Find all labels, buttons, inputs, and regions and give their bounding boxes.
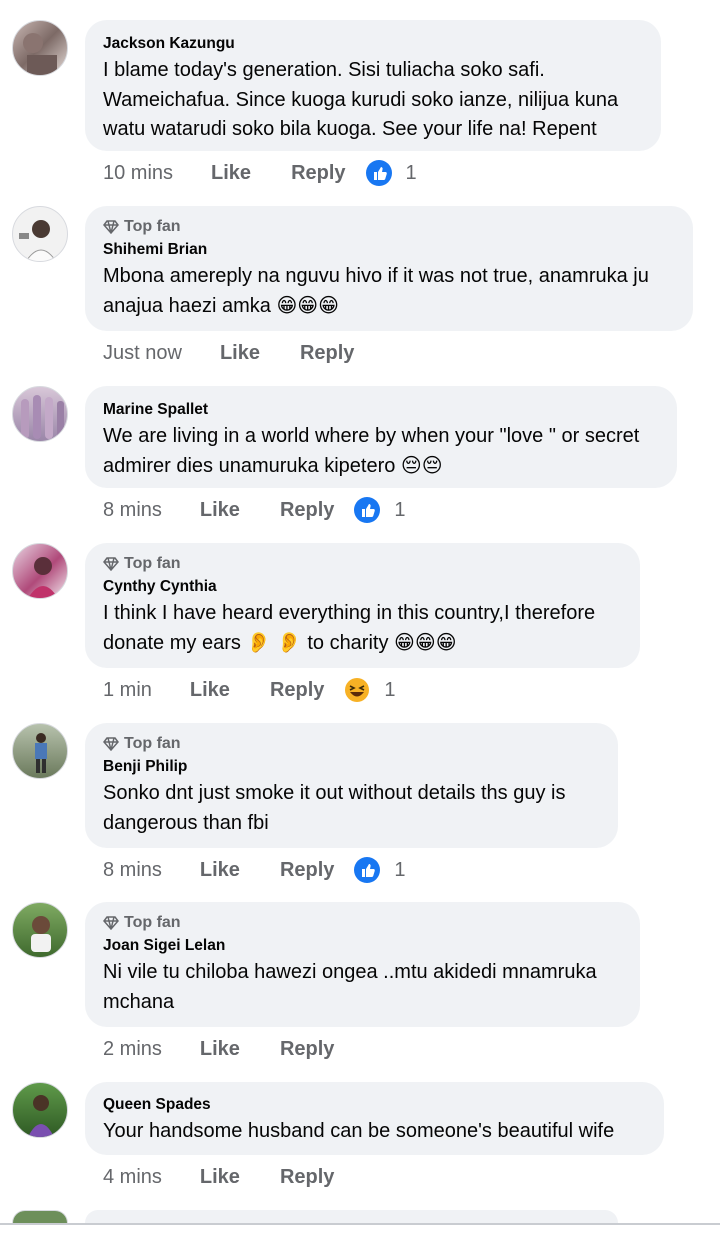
reaction-count: 1 (405, 161, 417, 184)
divider (0, 1223, 720, 1225)
comment-bubble (85, 1210, 618, 1223)
avatar[interactable] (12, 1082, 68, 1138)
commenter-name[interactable]: Marine Spallet (103, 400, 659, 420)
reaction-count: 1 (394, 858, 406, 881)
comment-time: 10 mins (103, 161, 174, 184)
badge-label: Top fan (124, 914, 181, 931)
comment-actions: 8 mins Like Reply 1 (103, 855, 406, 885)
comment-time: 8 mins (103, 858, 162, 881)
reply-button[interactable]: Reply (280, 499, 334, 522)
comment-actions: 2 mins Like Reply (103, 1034, 354, 1064)
avatar[interactable] (12, 902, 68, 958)
like-button[interactable]: Like (200, 1166, 240, 1189)
badge-label: Top fan (124, 218, 181, 235)
reaction-count: 1 (394, 498, 406, 521)
haha-icon (345, 678, 370, 702)
badge-label: Top fan (124, 735, 181, 752)
reaction-summary[interactable]: 1 (344, 677, 396, 703)
comment-text: I think I have heard everything in this … (103, 602, 601, 654)
thumbs-up-icon (354, 857, 381, 883)
comment-time: 2 mins (103, 1037, 162, 1060)
like-button[interactable]: Like (211, 162, 251, 185)
comment-bubble: Queen Spades Your handsome husband can b… (85, 1082, 664, 1155)
avatar[interactable] (12, 723, 68, 779)
commenter-name[interactable]: Shihemi Brian (103, 240, 675, 260)
comment-bubble: Top fan Shihemi Brian Mbona amereply na … (85, 206, 693, 331)
avatar[interactable] (12, 543, 68, 599)
comment-time: 1 min (103, 678, 152, 701)
like-button[interactable]: Like (200, 1038, 240, 1061)
avatar-image (28, 557, 58, 598)
comment-bubble: Top fan Joan Sigei Lelan Ni vile tu chil… (85, 902, 640, 1027)
avatar[interactable] (12, 1210, 68, 1223)
reply-button[interactable]: Reply (280, 859, 334, 882)
commenter-name[interactable]: Benji Philip (103, 757, 600, 777)
like-button[interactable]: Like (190, 679, 230, 702)
avatar-image (28, 1095, 54, 1137)
comment-actions: 8 mins Like Reply 1 (103, 495, 406, 525)
commenter-name[interactable]: Queen Spades (103, 1095, 646, 1115)
reply-button[interactable]: Reply (291, 162, 345, 185)
avatar-image (21, 395, 64, 439)
reply-button[interactable]: Reply (270, 679, 324, 702)
comment-bubble: Top fan Cynthy Cynthia I think I have he… (85, 543, 640, 668)
badge-label: Top fan (124, 555, 181, 572)
reply-button[interactable]: Reply (300, 342, 354, 365)
reaction-summary[interactable]: 1 (354, 857, 406, 883)
top-fan-badge: Top fan (103, 554, 622, 574)
avatar-image (19, 220, 57, 261)
avatar-image (23, 33, 57, 75)
comment-bubble: Top fan Benji Philip Sonko dnt just smok… (85, 723, 618, 848)
comment-actions: 10 mins Like Reply 1 (103, 158, 417, 188)
comment-text: I blame today's generation. Sisi tuliach… (103, 59, 624, 140)
comment-actions: Just now Like Reply (103, 338, 374, 368)
commenter-name[interactable]: Cynthy Cynthia (103, 577, 622, 597)
comment-time: 4 mins (103, 1165, 162, 1188)
top-fan-badge: Top fan (103, 217, 675, 237)
commenter-name[interactable]: Jackson Kazungu (103, 34, 643, 54)
diamond-icon (103, 737, 119, 751)
diamond-icon (103, 557, 119, 571)
comment-time: Just now (103, 341, 182, 364)
comment-text: Your handsome husband can be someone's b… (103, 1120, 615, 1142)
avatar-image (35, 733, 47, 773)
avatar-image (31, 916, 51, 952)
comment-actions: 4 mins Like Reply (103, 1162, 354, 1192)
comment-text: Mbona amereply na nguvu hivo if it was n… (103, 265, 655, 317)
reaction-summary[interactable]: 1 (354, 497, 406, 523)
thumbs-up-icon (365, 160, 392, 186)
comment-actions: 1 min Like Reply 1 (103, 675, 396, 705)
avatar[interactable] (12, 20, 68, 76)
top-fan-badge: Top fan (103, 734, 600, 754)
thumbs-up-icon (354, 497, 381, 523)
avatar[interactable] (12, 206, 68, 262)
avatar[interactable] (12, 386, 68, 442)
like-button[interactable]: Like (200, 859, 240, 882)
reaction-summary[interactable]: 1 (365, 160, 417, 186)
reaction-count: 1 (384, 678, 396, 701)
like-button[interactable]: Like (220, 342, 260, 365)
diamond-icon (103, 220, 119, 234)
reply-button[interactable]: Reply (280, 1166, 334, 1189)
reply-button[interactable]: Reply (280, 1038, 334, 1061)
comment-text: Sonko dnt just smoke it out without deta… (103, 782, 572, 834)
comment-bubble: Marine Spallet We are living in a world … (85, 386, 677, 488)
comment-bubble: Jackson Kazungu I blame today's generati… (85, 20, 661, 151)
comment-text: We are living in a world where by when y… (103, 425, 645, 477)
comment-time: 8 mins (103, 498, 162, 521)
comment-text: Ni vile tu chiloba hawezi ongea ..mtu ak… (103, 961, 603, 1013)
top-fan-badge: Top fan (103, 913, 622, 933)
diamond-icon (103, 916, 119, 930)
like-button[interactable]: Like (200, 499, 240, 522)
commenter-name[interactable]: Joan Sigei Lelan (103, 936, 622, 956)
